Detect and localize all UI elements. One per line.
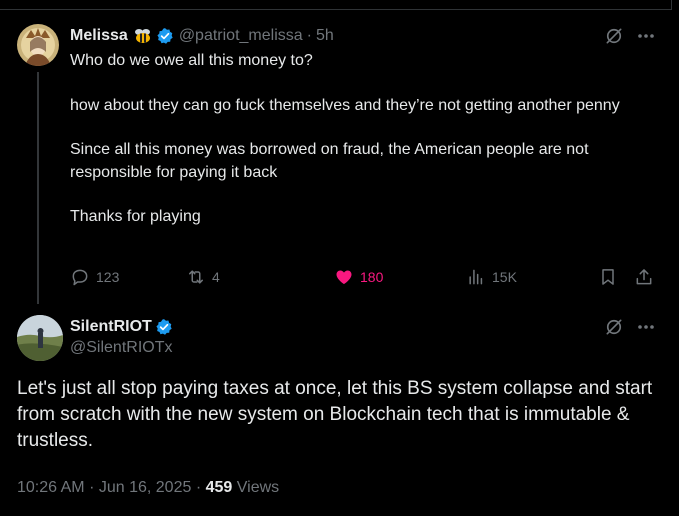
tweet-paragraph: how about they can go fuck themselves an… — [70, 96, 620, 114]
repost-button[interactable]: 4 — [186, 266, 220, 288]
main-author-header: SilentRIOT @SilentRIOTx — [70, 317, 173, 357]
grok-icon[interactable] — [604, 26, 624, 46]
more-icon[interactable] — [637, 324, 655, 330]
main-tweet-text: Let's just all stop paying taxes at once… — [17, 378, 653, 451]
more-icon[interactable] — [637, 33, 655, 39]
reply-tweet-top-actions — [604, 26, 655, 46]
avatar[interactable] — [17, 315, 63, 361]
views-icon — [469, 269, 483, 285]
repost-icon — [189, 270, 203, 284]
meta-separator: · — [195, 479, 202, 496]
verified-badge-icon[interactable] — [156, 27, 174, 45]
heart-icon — [336, 270, 352, 285]
views-label: Views — [236, 479, 280, 496]
reply-icon — [72, 269, 88, 286]
tweet-paragraph: Who do we owe all this money to? — [70, 52, 313, 69]
bookmark-button[interactable] — [598, 266, 618, 288]
bee-emoji-icon — [133, 28, 153, 44]
reply-tweet-text: Who do we owe all this money to? how abo… — [70, 50, 660, 229]
tweet-time[interactable]: 10:26 AM — [17, 479, 85, 496]
previous-tweet-border — [0, 0, 672, 10]
reply-count: 123 — [96, 269, 120, 285]
reply-button[interactable]: 123 — [70, 266, 119, 288]
grok-icon[interactable] — [604, 317, 624, 337]
bookmark-icon — [602, 269, 614, 285]
tweet-time-ago[interactable]: 5h — [316, 27, 334, 45]
views-count: 15K — [492, 269, 517, 285]
meta-separator: · — [89, 479, 95, 496]
author-display-name[interactable]: Melissa — [70, 27, 128, 45]
tweet-date[interactable]: Jun 16, 2025 — [99, 479, 192, 496]
views-button[interactable]: 15K — [466, 266, 517, 288]
tweet-paragraph: Thanks for playing — [70, 208, 201, 225]
share-button[interactable] — [634, 266, 654, 288]
verified-badge-icon[interactable] — [155, 318, 173, 336]
main-tweet-meta: 10:26 AM · Jun 16, 2025 · 459 Views — [17, 479, 279, 497]
main-tweet-top-actions — [604, 317, 655, 337]
avatar[interactable] — [17, 24, 59, 66]
repost-count: 4 — [212, 269, 220, 285]
reply-tweet-action-bar: 123 4 180 15K — [70, 266, 658, 288]
like-count: 180 — [360, 269, 384, 285]
reply-author-header: Melissa @patriot_melissa · 5h — [70, 26, 334, 46]
author-handle[interactable]: @SilentRIOTx — [70, 339, 173, 357]
like-button[interactable]: 180 — [334, 266, 383, 288]
meta-separator: · — [306, 27, 312, 44]
tweet-paragraph: Since all this money was borrowed on fra… — [70, 141, 589, 181]
thread-connector-line — [37, 72, 39, 304]
views-count: 459 — [205, 479, 233, 496]
share-icon — [636, 269, 652, 285]
tweet-thread-view: Melissa @patriot_melissa · 5h Who do we … — [0, 0, 679, 516]
author-handle[interactable]: @patriot_melissa — [179, 27, 303, 45]
author-display-name[interactable]: SilentRIOT — [70, 318, 152, 336]
